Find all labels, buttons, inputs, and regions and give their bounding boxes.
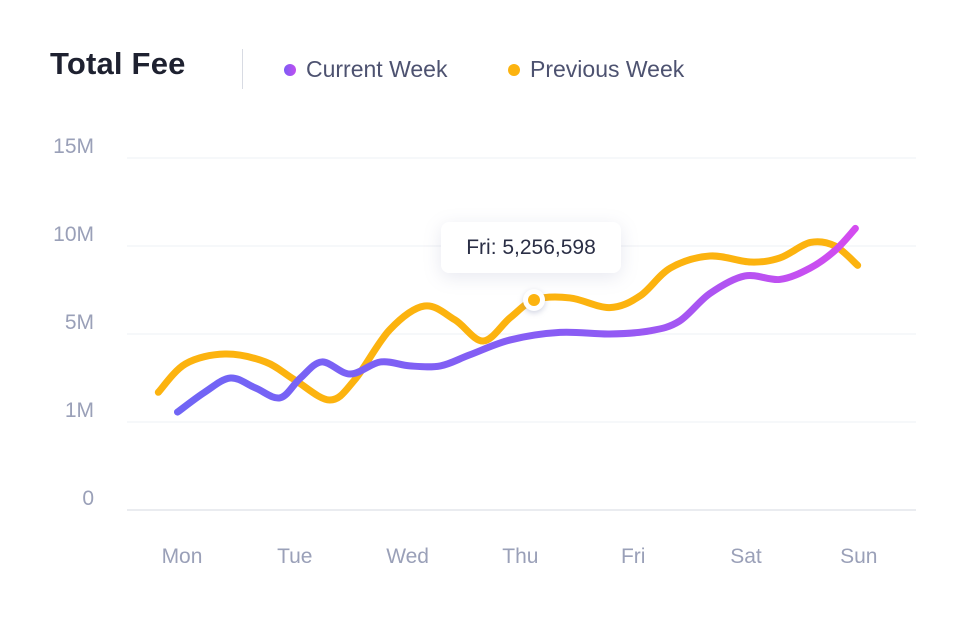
y-tick-label: 15M (53, 135, 94, 158)
y-tick-label: 5M (65, 311, 94, 334)
y-tick-label: 1M (65, 399, 94, 422)
x-tick-label: Wed (386, 545, 429, 568)
y-tick-label: 10M (53, 223, 94, 246)
chart-tooltip: Fri: 5,256,598 (441, 222, 621, 273)
x-tick-label: Sat (730, 545, 762, 568)
x-tick-label: Fri (621, 545, 646, 568)
x-tick-label: Tue (277, 545, 312, 568)
x-tick-label: Sun (840, 545, 877, 568)
y-tick-label: 0 (82, 487, 94, 510)
highlight-marker-dot (528, 294, 540, 306)
line-chart: 0 1M 5M 10M 15M Mon Tue Wed Thu Fri Sat Sun (53, 135, 916, 568)
x-tick-label: Mon (162, 545, 203, 568)
x-tick-label: Thu (502, 545, 538, 568)
